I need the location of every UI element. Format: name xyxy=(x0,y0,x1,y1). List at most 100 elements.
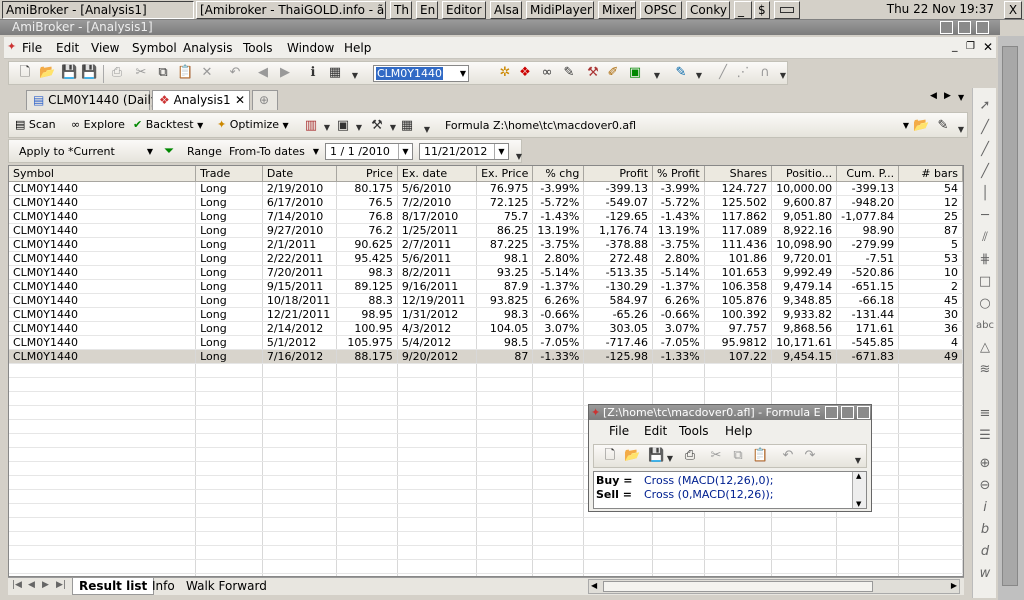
copy-icon[interactable]: ⧉ xyxy=(730,448,746,464)
channel-icon[interactable]: ⫽ xyxy=(977,230,993,246)
prev-tab-icon[interactable]: ◀ xyxy=(28,580,35,590)
close-icon[interactable] xyxy=(976,21,989,34)
chevron-down-icon[interactable]: ▼ xyxy=(511,149,527,165)
scroll-up-icon[interactable]: ▲ xyxy=(856,472,861,480)
symbol-combo[interactable]: CLM0Y1440 ▼ xyxy=(373,65,469,82)
chevron-down-icon[interactable]: ▼ xyxy=(319,120,335,136)
optimize-button[interactable]: ✦ Optimize ▼ xyxy=(217,118,289,131)
favorite-icon[interactable]: ❖ xyxy=(517,65,533,81)
column-header[interactable]: Trade xyxy=(195,166,263,182)
last-tab-icon[interactable]: ▶| xyxy=(56,580,66,590)
dotted-line-icon[interactable]: ⋰ xyxy=(735,65,751,81)
close-icon[interactable] xyxy=(857,406,870,419)
menu-window[interactable]: Window xyxy=(287,41,334,55)
taskbar-minimize[interactable]: _ xyxy=(734,1,752,19)
taskbar-browser[interactable]: [Amibroker - ThaiGOLD.info - ã xyxy=(196,1,386,19)
table-row[interactable]: CLM0Y1440 Long 9/15/2011 89.125 9/16/2011 87.… xyxy=(9,279,963,294)
redo-icon[interactable]: ↷ xyxy=(802,448,818,464)
chevron-down-icon[interactable]: ▼ xyxy=(775,68,791,84)
line-tool-icon[interactable]: ╱ xyxy=(715,65,731,81)
save-all-icon[interactable]: 💾 xyxy=(81,65,97,81)
forward-icon[interactable]: ▶ xyxy=(277,65,293,81)
chevron-down-icon[interactable]: ▼ xyxy=(953,122,969,138)
scrollbar-track[interactable] xyxy=(1002,46,1018,586)
delete-icon[interactable]: ✕ xyxy=(199,65,215,81)
chart-icon[interactable]: ▣ xyxy=(627,65,643,81)
vertical-line-icon[interactable]: │ xyxy=(977,186,993,202)
ray-icon[interactable]: ╱ xyxy=(977,142,993,158)
italic-b-icon[interactable]: b xyxy=(977,522,993,538)
tab-analysis[interactable]: ❖ Analysis1 ✕ xyxy=(152,90,250,110)
close-icon[interactable]: ✕ xyxy=(235,93,245,107)
to-date-picker[interactable]: 11/21/2012 ▼ xyxy=(419,143,509,160)
taskbar-conky[interactable]: Conky xyxy=(686,1,730,19)
column-header[interactable]: Profit xyxy=(583,166,654,182)
taskbar-editor[interactable]: Editor xyxy=(442,1,486,19)
horizontal-line-icon[interactable]: ─ xyxy=(977,208,993,224)
scrollbar-thumb[interactable] xyxy=(603,581,873,592)
chevron-down-icon[interactable]: ▼ xyxy=(662,451,678,467)
tab-list-icon[interactable]: ▼ xyxy=(958,93,964,102)
scroll-right-icon[interactable]: ▶ xyxy=(951,581,957,590)
zoom-out-icon[interactable]: ⊖ xyxy=(977,478,993,494)
column-header[interactable]: Ex. Price xyxy=(476,166,534,182)
tab-scroll-right-icon[interactable]: ▶ xyxy=(944,91,951,101)
column-header[interactable]: Symbol xyxy=(9,166,197,182)
menu-file[interactable]: File xyxy=(22,41,42,55)
minimize-icon[interactable] xyxy=(940,21,953,34)
taskbar-th[interactable]: Th xyxy=(390,1,412,19)
menu-view[interactable]: View xyxy=(91,41,119,55)
table-row[interactable]: CLM0Y1440 Long 2/1/2011 90.625 2/7/2011 87.22… xyxy=(9,237,963,252)
open-icon[interactable]: 📂 xyxy=(39,65,55,81)
tab-info[interactable]: Info xyxy=(148,579,179,593)
maximize-icon[interactable] xyxy=(841,406,854,419)
zoom-in-icon[interactable]: ⊕ xyxy=(977,456,993,472)
column-header[interactable]: % Profit xyxy=(652,166,705,182)
taskbar-opsc[interactable]: OPSC xyxy=(640,1,682,19)
italic-d-icon[interactable]: d xyxy=(977,544,993,560)
cut-icon[interactable]: ✂ xyxy=(708,448,724,464)
pointer-icon[interactable]: ➚ xyxy=(977,98,993,114)
result-grid[interactable]: Symbol Trade Date Price Ex. date Ex. Price% c… xyxy=(8,165,964,577)
column-header[interactable]: Cum. P... xyxy=(836,166,900,182)
mdi-close-icon[interactable]: ✕ xyxy=(983,40,993,54)
next-tab-icon[interactable]: ▶ xyxy=(42,580,49,590)
info-icon[interactable]: ℹ xyxy=(305,65,321,81)
tab-scroll-left-icon[interactable]: ◀ xyxy=(930,91,937,101)
new-icon[interactable]: 🗋 xyxy=(17,65,33,81)
tab-walk-forward[interactable]: Walk Forward xyxy=(182,579,271,593)
copy-icon[interactable]: ⧉ xyxy=(155,65,171,81)
triangle-icon[interactable]: △ xyxy=(977,340,993,356)
menu-analysis[interactable]: Analysis xyxy=(183,41,232,55)
tab-chart[interactable]: ▤ CLM0Y1440 (Daily xyxy=(26,90,158,110)
first-tab-icon[interactable]: |◀ xyxy=(12,580,22,590)
menu-help[interactable]: Help xyxy=(344,41,371,55)
formula-code-area[interactable]: Buy = Cross (MACD(12,26),0); Sell = Cros… xyxy=(593,471,867,509)
maximize-icon[interactable] xyxy=(958,21,971,34)
table-row[interactable]: CLM0Y1440 Long 2/22/2011 95.425 5/6/2011 98.1… xyxy=(9,251,963,266)
chevron-down-icon[interactable]: ▼ xyxy=(351,120,367,136)
menu-tools[interactable]: Tools xyxy=(243,41,273,55)
list-icon[interactable]: ☰ xyxy=(977,428,993,444)
column-header[interactable]: Ex. date xyxy=(397,166,478,182)
backtest-button[interactable]: ✔ Backtest ▼ xyxy=(133,118,203,131)
table-row[interactable]: CLM0Y1440 Long 2/19/2010 80.175 5/6/2010 76.9… xyxy=(9,181,963,196)
print-icon[interactable]: ⎙ xyxy=(109,65,125,81)
settings-gear-icon[interactable]: ✲ xyxy=(497,65,513,81)
back-icon[interactable]: ◀ xyxy=(255,65,271,81)
arc-icon[interactable]: ≋ xyxy=(977,362,993,378)
bar-chart-icon[interactable]: ▥ xyxy=(303,118,319,134)
new-icon[interactable]: 🗋 xyxy=(602,448,618,464)
table-row[interactable]: CLM0Y1440 Long 7/16/2012 88.175 9/20/2012 87-… xyxy=(9,349,963,364)
taskbar-en[interactable]: En xyxy=(416,1,438,19)
explore-icon[interactable]: ∞ xyxy=(539,65,555,81)
wand-icon[interactable]: ✐ xyxy=(605,65,621,81)
formula-path-field[interactable]: Z:\home\tc\macdover0.afl ▼ xyxy=(489,117,911,134)
chevron-down-icon[interactable]: ▼ xyxy=(649,68,665,84)
mdi-minimize-icon[interactable]: _ xyxy=(952,39,958,52)
filter-icon[interactable]: ⏷ xyxy=(161,144,177,160)
open-icon[interactable]: 📂 xyxy=(624,448,640,464)
table-row[interactable]: CLM0Y1440 Long 7/14/2010 76.8 8/17/2010 75.7-… xyxy=(9,209,963,224)
minimize-icon[interactable] xyxy=(825,406,838,419)
hammer-icon[interactable]: ⚒ xyxy=(585,65,601,81)
